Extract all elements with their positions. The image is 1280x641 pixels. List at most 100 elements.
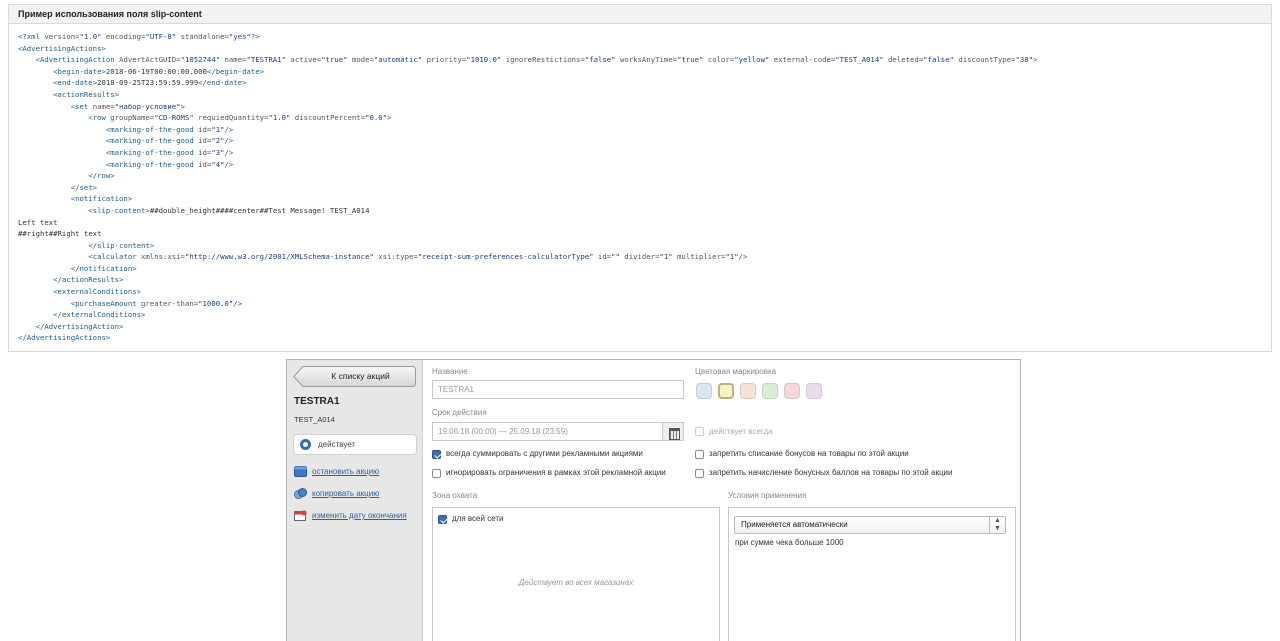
color-swatch[interactable] xyxy=(762,383,778,399)
ignore-limits-checkbox[interactable] xyxy=(432,469,441,478)
code-token: id= xyxy=(198,147,212,157)
stop-promo-link[interactable]: остановить акцию xyxy=(312,465,379,478)
name-label: Название xyxy=(432,367,468,376)
code-token: /> xyxy=(224,124,234,134)
code-token: 2018-06-19T00:00:00.000 xyxy=(105,66,207,76)
code-token: active= xyxy=(286,55,322,65)
code-token: <marking-of-the-good xyxy=(105,159,199,169)
code-token: </set> xyxy=(70,182,98,192)
code-token: "1052744" xyxy=(180,55,221,65)
code-token: "1.0" xyxy=(268,113,291,123)
code-line: <slip-content>##double_height####center#… xyxy=(18,205,1271,217)
code-line: </set> xyxy=(18,182,1271,194)
code-token: requiedQuantity= xyxy=(193,113,269,123)
status-active-icon xyxy=(300,439,311,450)
color-swatch[interactable] xyxy=(784,383,800,399)
period-input[interactable]: 19.06.18 (00:00) — 25.09.18 (23:59) xyxy=(432,422,663,441)
code-token: </row> xyxy=(88,171,115,181)
code-line: </actionResults> xyxy=(18,274,1271,286)
code-line: <AdvertisingActions> xyxy=(18,43,1271,55)
conditions-select[interactable]: Применяется автоматически ▲ ▼ xyxy=(734,516,1006,534)
color-swatch[interactable] xyxy=(806,383,822,399)
code-token: <purchaseAmount xyxy=(70,298,142,308)
code-token: "1.0" xyxy=(79,32,102,41)
code-line: <begin-date>2018-06-19T00:00:00.000</beg… xyxy=(18,66,1271,78)
code-line: </notification> xyxy=(18,263,1271,275)
forbid-accrual-checkbox[interactable] xyxy=(695,469,704,478)
code-token: </AdvertisingAction> xyxy=(35,321,124,331)
calendar-icon xyxy=(294,510,307,521)
code-token: > xyxy=(180,101,185,111)
code-token: <marking-of-the-good xyxy=(105,147,199,157)
calendar-button[interactable] xyxy=(662,422,684,441)
code-token: "1000.0" xyxy=(198,298,234,308)
code-token: version= xyxy=(44,32,80,41)
code-line: </slip-content> xyxy=(18,240,1271,252)
code-token: standalone= xyxy=(176,32,229,41)
forbid-writeoff-checkbox[interactable] xyxy=(695,450,704,459)
code-token: > xyxy=(387,113,392,123)
zone-all-checkbox[interactable] xyxy=(438,515,447,524)
code-token: "4" xyxy=(211,159,225,169)
code-line: <marking-of-the-good id="1"/> xyxy=(18,124,1271,136)
color-swatch[interactable] xyxy=(696,383,712,399)
status-badge: действует xyxy=(293,434,417,455)
code-line: </externalConditions> xyxy=(18,309,1271,321)
back-to-list-button[interactable]: К списку акций xyxy=(293,366,416,387)
code-line: <end-date>2018-09-25T23:59:59.999</end-d… xyxy=(18,77,1271,89)
zone-label: Зона охвата xyxy=(432,491,478,500)
code-token: <actionResults> xyxy=(53,89,120,99)
code-token: id= xyxy=(198,159,212,169)
code-token: mode= xyxy=(347,55,374,65)
code-token: ##right##Right text xyxy=(18,229,102,239)
code-token: "false" xyxy=(923,55,954,65)
code-token: </slip-content> xyxy=(88,240,155,250)
code-token: xmlns:xsi= xyxy=(141,252,185,262)
name-input[interactable]: TESTRA1 xyxy=(432,380,684,399)
code-line: </AdvertisingAction> xyxy=(18,321,1271,333)
code-token: "true" xyxy=(321,55,348,65)
forbid-accrual-label: запретить начисление бонусных баллов на … xyxy=(709,468,953,477)
color-swatch[interactable] xyxy=(718,383,734,399)
zone-empty-text: Действует во всех магазинах xyxy=(518,578,634,587)
code-token: "0.0" xyxy=(365,113,388,123)
code-token: </actionResults> xyxy=(53,275,124,285)
code-token: /> xyxy=(224,136,234,146)
always-active-checkbox[interactable] xyxy=(695,427,704,436)
code-line: </AdvertisingActions> xyxy=(18,332,1271,344)
code-token: ##double_height####center##Test Message!… xyxy=(149,205,370,215)
code-line: <?xml version="1.0" encoding="UTF-8" sta… xyxy=(18,31,1271,43)
code-token: "1" xyxy=(211,124,225,134)
code-token: xsi:type= xyxy=(373,252,418,262)
code-token: <?xml xyxy=(18,32,45,41)
code-token: <externalConditions> xyxy=(53,287,142,297)
conditions-label: Условия применения xyxy=(728,491,807,500)
promo-edit-window: К списку акций TESTRA1 TEST_A014 действу… xyxy=(286,359,1021,641)
code-token: id= xyxy=(198,136,212,146)
change-end-date-link[interactable]: изменить дату окончания xyxy=(312,509,407,522)
code-token: </externalConditions> xyxy=(53,310,146,320)
sum-with-others-checkbox[interactable] xyxy=(432,450,441,459)
code-token: > xyxy=(1033,55,1038,65)
code-token: </end-date> xyxy=(198,78,247,88)
color-swatch[interactable] xyxy=(740,383,756,399)
code-line: ##right##Right text xyxy=(18,228,1271,240)
code-token: "3" xyxy=(211,147,225,157)
sum-with-others-label: всегда суммировать с другими рекламными … xyxy=(446,449,643,458)
code-token: name= xyxy=(92,101,115,111)
code-token: <set xyxy=(70,101,93,111)
code-line: <marking-of-the-good id="3"/> xyxy=(18,147,1271,159)
copy-promo-link[interactable]: копировать акцию xyxy=(312,487,379,500)
code-token: "UTF-8" xyxy=(145,32,177,41)
code-line: <marking-of-the-good id="4"/> xyxy=(18,159,1271,171)
